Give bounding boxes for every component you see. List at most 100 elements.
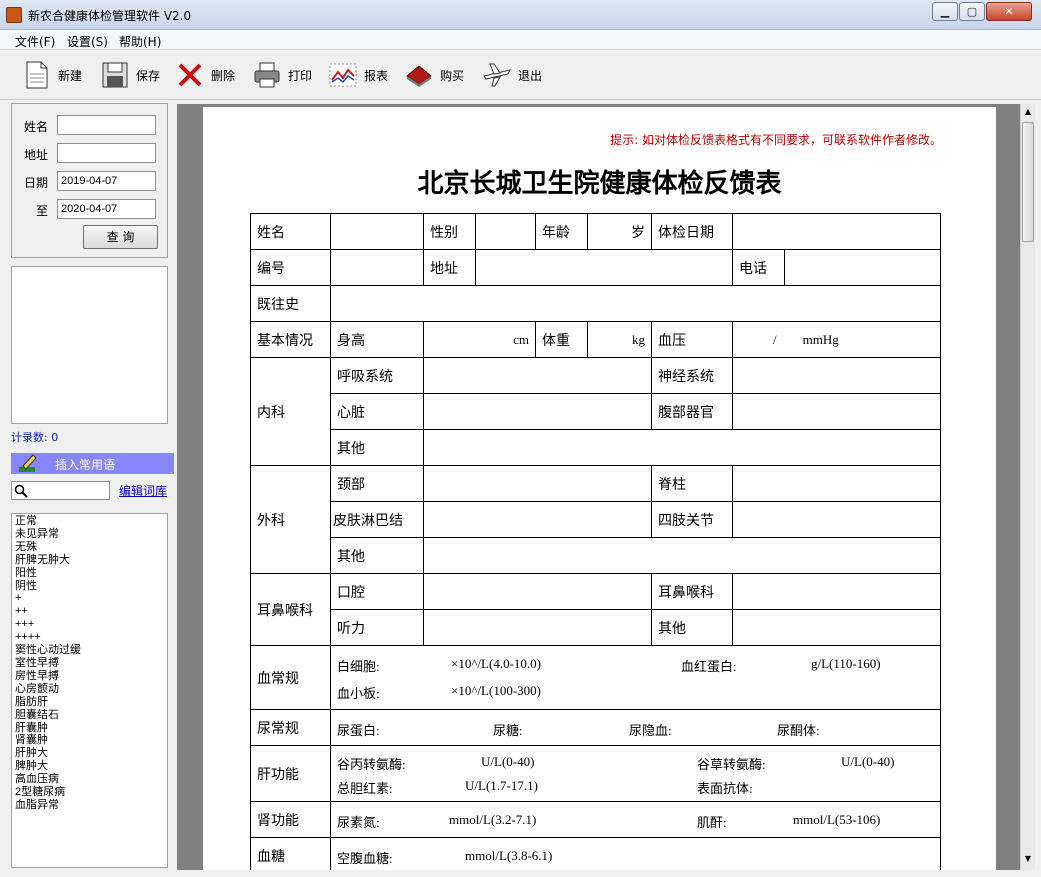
field-value-nervous[interactable] <box>732 357 941 394</box>
field-value-skin-lymph[interactable] <box>423 501 652 538</box>
date-from-input[interactable] <box>57 171 156 191</box>
record-list[interactable] <box>11 266 168 424</box>
phrase-item[interactable]: 肾囊肿 <box>15 734 164 747</box>
field-label-abdomen: 腹部器官 <box>651 393 733 430</box>
field-label-hearing: 听力 <box>330 609 424 646</box>
field-value-mouth[interactable] <box>423 573 652 610</box>
new-button[interactable]: 新建 <box>22 58 82 92</box>
field-value-id[interactable] <box>330 249 424 286</box>
field-value-history[interactable] <box>330 285 941 322</box>
query-button[interactable]: 查 询 <box>83 225 158 249</box>
field-label-respiratory: 呼吸系统 <box>330 357 424 394</box>
field-label-neck: 颈部 <box>330 465 424 502</box>
phrase-list[interactable]: 正常 未见异常 无殊 肝脾无肿大 阳性 阴性 + ++ +++ ++++ 窦性心动过缓 室性早搏 房性早… <box>11 513 168 868</box>
field-value-respiratory[interactable] <box>423 357 652 394</box>
phrase-item[interactable]: 肝肿大 <box>15 747 164 760</box>
field-value-internal-other[interactable] <box>423 429 941 466</box>
menu-help[interactable]: 帮助(H) <box>119 33 161 50</box>
ast-range: U/L(0-40) <box>841 754 895 769</box>
phrase-item[interactable]: 无殊 <box>15 541 164 554</box>
field-value-gender[interactable] <box>475 213 536 250</box>
form-row-blood: 血常规 白细胞: ×10^/L(4.0-10.0) 血红蛋白: g/L(110-… <box>250 645 941 710</box>
phrase-item[interactable]: 未见异常 <box>15 528 164 541</box>
vertical-scrollbar[interactable]: ▲ ▼ <box>1020 104 1035 870</box>
phrase-item[interactable]: +++ <box>15 618 164 631</box>
phrase-item[interactable]: 脾肿大 <box>15 760 164 773</box>
field-value-abdomen[interactable] <box>732 393 941 430</box>
phrase-item[interactable]: 房性早搏 <box>15 670 164 683</box>
exit-button[interactable]: 退出 <box>482 58 542 92</box>
phrase-item[interactable]: 脂肪肝 <box>15 696 164 709</box>
field-value-address[interactable] <box>475 249 733 286</box>
phrase-item[interactable]: 血脂异常 <box>15 799 164 812</box>
menu-settings[interactable]: 设置(S) <box>67 33 108 50</box>
print-button[interactable]: 打印 <box>252 58 312 92</box>
phrase-item[interactable]: 窦性心动过缓 <box>15 644 164 657</box>
scroll-down-icon[interactable]: ▼ <box>1022 852 1034 866</box>
phrase-item[interactable]: 高血压病 <box>15 773 164 786</box>
hgb-label: 血红蛋白: <box>681 659 737 674</box>
phrase-item[interactable]: 肝囊肿 <box>15 722 164 735</box>
field-value-limbs[interactable] <box>732 501 941 538</box>
field-label-height: 身高 <box>330 321 424 358</box>
field-value-surgery-other[interactable] <box>423 537 941 574</box>
field-value-liver[interactable]: 谷丙转氨酶: U/L(0-40) 谷草转氨酶: U/L(0-40) 总胆红素: … <box>330 745 941 802</box>
field-value-phone[interactable] <box>784 249 941 286</box>
field-value-ent[interactable] <box>732 573 941 610</box>
urine-blood-label: 尿隐血: <box>629 723 672 738</box>
phrase-item[interactable]: 阴性 <box>15 580 164 593</box>
section-label-internal: 内科 <box>250 357 331 466</box>
phrase-item[interactable]: 阳性 <box>15 567 164 580</box>
address-search-input[interactable] <box>57 143 156 163</box>
phrase-item[interactable]: ++ <box>15 605 164 618</box>
buy-button[interactable]: 购买 <box>404 58 464 92</box>
menu-file[interactable]: 文件(F) <box>15 33 55 50</box>
delete-button[interactable]: 删除 <box>175 58 235 92</box>
minimize-icon[interactable]: ▁ <box>932 2 958 21</box>
field-value-age[interactable]: 岁 <box>587 213 652 250</box>
field-value-blood[interactable]: 白细胞: ×10^/L(4.0-10.0) 血红蛋白: g/L(110-160)… <box>330 645 941 710</box>
field-value-bp[interactable]: / mmHg <box>732 321 941 358</box>
phrase-item[interactable]: 肝脾无肿大 <box>15 554 164 567</box>
name-label: 姓名 <box>24 120 49 134</box>
field-label-internal-other: 其他 <box>330 429 424 466</box>
field-value-neck[interactable] <box>423 465 652 502</box>
phrase-item[interactable]: 2型糖尿病 <box>15 786 164 799</box>
phrase-search-input[interactable] <box>11 481 110 500</box>
field-value-spine[interactable] <box>732 465 941 502</box>
field-value-ent-other[interactable] <box>732 609 941 646</box>
window-title: 新农合健康体检管理软件 V2.0 <box>28 9 192 23</box>
urine-sugar-label: 尿糖: <box>493 723 523 738</box>
name-search-input[interactable] <box>57 115 156 135</box>
field-value-name[interactable] <box>330 213 424 250</box>
phrase-item[interactable]: 室性早搏 <box>15 657 164 670</box>
edit-dictionary-link[interactable]: 编辑词库 <box>119 482 167 499</box>
field-value-hearing[interactable] <box>423 609 652 646</box>
report-label: 报表 <box>364 68 389 83</box>
date-to-input[interactable] <box>57 199 156 219</box>
field-value-heart[interactable] <box>423 393 652 430</box>
field-label-surgery-other: 其他 <box>330 537 424 574</box>
scroll-up-icon[interactable]: ▲ <box>1022 105 1034 119</box>
insert-phrase-button[interactable]: 插入常用语 <box>11 453 174 474</box>
scroll-thumb[interactable] <box>1022 122 1034 242</box>
field-value-urine[interactable]: 尿蛋白: 尿糖: 尿隐血: 尿酮体: <box>330 709 941 746</box>
phrase-item[interactable]: 正常 <box>15 515 164 528</box>
field-value-glucose[interactable]: 空腹血糖: mmol/L(3.8-6.1) <box>330 837 941 870</box>
save-button[interactable]: 保存 <box>100 58 160 92</box>
report-button[interactable]: 报表 <box>328 58 388 92</box>
close-icon[interactable]: ✕ <box>986 2 1032 21</box>
maximize-icon[interactable]: ▢ <box>959 2 985 21</box>
form-row-internal-other: 其他 <box>251 429 941 466</box>
tbil-range: U/L(1.7-17.1) <box>465 778 538 793</box>
phrase-item[interactable]: 心房颤动 <box>15 683 164 696</box>
field-value-kidney[interactable]: 尿素氮: mmol/L(3.2-7.1) 肌酐: mmol/L(53-106) <box>330 801 941 838</box>
phrase-item[interactable]: ++++ <box>15 631 164 644</box>
field-value-exam-date[interactable] <box>732 213 941 250</box>
cr-label: 肌酐: <box>697 815 727 830</box>
phrase-item[interactable]: 胆囊结石 <box>15 709 164 722</box>
urine-protein-label: 尿蛋白: <box>337 723 380 738</box>
phrase-item[interactable]: + <box>15 592 164 605</box>
field-value-weight[interactable]: kg <box>587 321 652 358</box>
field-value-height[interactable]: cm <box>423 321 536 358</box>
